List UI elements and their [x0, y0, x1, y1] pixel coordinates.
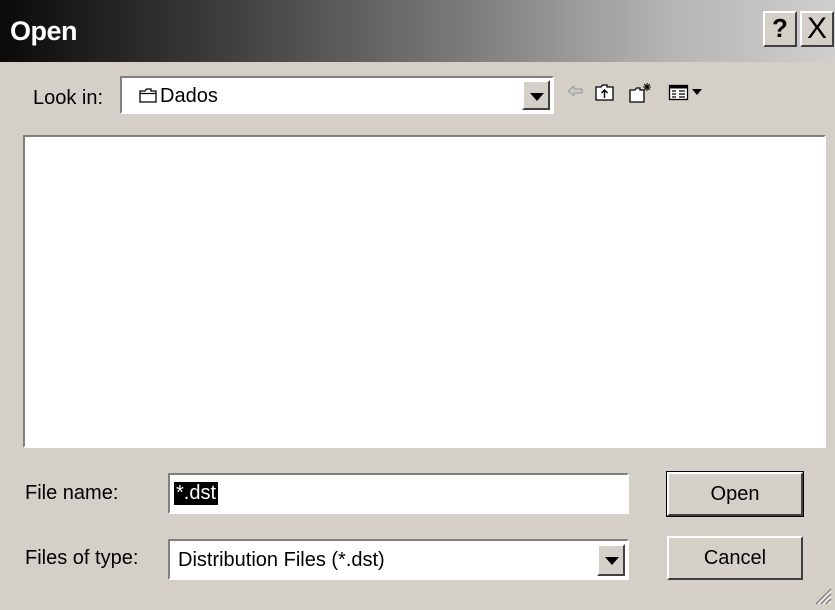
folder-icon	[139, 88, 157, 108]
file-list[interactable]	[23, 135, 826, 448]
back-arrow-icon[interactable]	[566, 82, 584, 105]
new-folder-icon[interactable]	[628, 82, 652, 109]
resize-grip-icon[interactable]	[812, 585, 832, 610]
dialog-title: Open	[10, 16, 78, 46]
cancel-button[interactable]: Cancel	[667, 536, 803, 580]
file-name-label: File name:	[25, 482, 119, 504]
chevron-down-icon	[530, 93, 544, 101]
open-button[interactable]: Open	[666, 471, 804, 517]
look-in-combo[interactable]: Dados	[120, 76, 554, 114]
view-menu-icon[interactable]	[668, 82, 710, 107]
look-in-dropdown-button[interactable]	[522, 80, 550, 110]
look-in-label: Look in:	[33, 87, 104, 109]
open-dialog: Open ? X Look in: Dados File name: *.dst…	[0, 0, 835, 608]
files-of-type-combo[interactable]: Distribution Files (*.dst)	[168, 539, 629, 580]
chevron-down-icon	[605, 557, 619, 565]
look-in-value: Dados	[160, 85, 218, 107]
help-button[interactable]: ?	[763, 11, 797, 47]
files-of-type-label: Files of type:	[25, 547, 139, 569]
file-name-input[interactable]: *.dst	[168, 473, 629, 514]
up-folder-icon[interactable]	[594, 82, 616, 107]
files-of-type-dropdown-button[interactable]	[597, 544, 625, 576]
files-of-type-value: Distribution Files (*.dst)	[178, 549, 385, 571]
file-name-value: *.dst	[174, 482, 219, 505]
title-bar[interactable]: Open ? X	[0, 0, 835, 62]
close-button[interactable]: X	[800, 11, 834, 47]
